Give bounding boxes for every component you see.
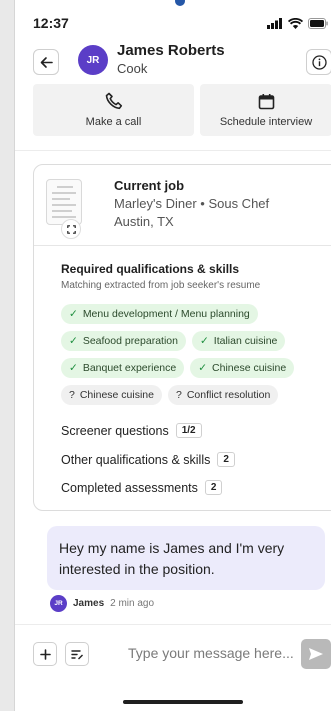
template-icon xyxy=(70,649,83,659)
status-time: 12:37 xyxy=(33,15,69,31)
schedule-interview-button[interactable]: Schedule interview xyxy=(200,84,331,136)
resume-thumbnail[interactable] xyxy=(46,179,82,225)
make-call-button[interactable]: Make a call xyxy=(33,84,194,136)
check-icon: ✓ xyxy=(69,308,78,320)
info-icon xyxy=(311,54,327,70)
sender-name: James xyxy=(73,598,105,609)
stat-count-badge: 2 xyxy=(204,480,223,495)
check-icon: ✓ xyxy=(69,335,78,347)
screener-questions-row[interactable]: Screener questions 1/2 xyxy=(61,423,202,438)
composer-divider xyxy=(15,624,331,625)
message-input[interactable] xyxy=(128,645,308,661)
calendar-icon xyxy=(258,93,274,109)
stat-label: Screener questions xyxy=(61,423,169,438)
qualification-chip-matched: ✓ Italian cuisine xyxy=(191,331,286,351)
quick-actions: Make a call Schedule interview xyxy=(33,84,331,136)
message-meta: JR James 2 min ago xyxy=(50,595,154,612)
current-job-heading: Current job xyxy=(114,178,185,193)
qualification-chip-matched: ✓ Seafood preparation xyxy=(61,331,186,351)
battery-icon xyxy=(308,17,328,29)
qualification-chip-matched: ✓ Banquet experience xyxy=(61,358,185,378)
stat-count-badge: 1/2 xyxy=(175,423,202,438)
candidate-name: James Roberts xyxy=(117,42,225,59)
arrow-left-icon xyxy=(40,56,53,68)
other-qualifications-row[interactable]: Other qualifications & skills 2 xyxy=(61,452,235,467)
qualification-chip-unknown: ? Conflict resolution xyxy=(167,385,279,405)
qualifications-heading: Required qualifications & skills xyxy=(61,262,240,276)
check-icon: ✓ xyxy=(198,362,208,374)
expand-resume-button[interactable] xyxy=(61,219,81,239)
completed-assessments-row[interactable]: Completed assessments 2 xyxy=(61,480,223,495)
add-attachment-button[interactable] xyxy=(33,642,57,666)
signal-icon xyxy=(267,17,282,29)
header-divider xyxy=(15,150,331,151)
check-icon: ✓ xyxy=(199,335,209,347)
phone-screen: 12:37 JR James Roberts Cook Make a call … xyxy=(14,0,331,711)
top-indicator-dot xyxy=(175,0,185,6)
qualification-chip-unknown: ? Chinese cuisine xyxy=(61,385,162,405)
question-icon: ? xyxy=(69,389,75,401)
qualification-chip-matched: ✓ Menu development / Menu planning xyxy=(61,304,258,324)
check-icon: ✓ xyxy=(69,362,78,374)
message-time: 2 min ago xyxy=(110,598,155,609)
sender-avatar: JR xyxy=(50,595,67,612)
plus-icon xyxy=(39,648,51,660)
status-bar: 12:37 xyxy=(15,12,331,34)
qualification-chips: ✓ Menu development / Menu planning ✓ Seafo… xyxy=(61,304,331,412)
wifi-icon xyxy=(288,17,303,29)
templates-button[interactable] xyxy=(65,642,89,666)
stat-count-badge: 2 xyxy=(217,452,235,467)
card-divider xyxy=(34,245,331,246)
make-call-label: Make a call xyxy=(85,116,142,128)
avatar: JR xyxy=(78,45,108,75)
send-button[interactable] xyxy=(301,639,331,669)
message-bubble: Hey my name is James and I'm very intere… xyxy=(47,526,325,590)
schedule-interview-label: Schedule interview xyxy=(219,115,313,128)
qualifications-subtitle: Matching extracted from job seeker's res… xyxy=(61,280,261,291)
status-icons xyxy=(267,17,328,29)
send-icon xyxy=(309,648,323,660)
stat-label: Other qualifications & skills xyxy=(61,452,211,467)
conversation-header: JR James Roberts Cook xyxy=(15,40,331,80)
job-location: Austin, TX xyxy=(114,214,174,229)
info-button[interactable] xyxy=(306,49,331,75)
home-indicator xyxy=(123,700,243,704)
back-button[interactable] xyxy=(33,49,59,75)
stat-label: Completed assessments xyxy=(61,480,198,495)
candidate-summary-card: Current job Marley's Diner • Sous Chef A… xyxy=(33,164,331,511)
phone-icon xyxy=(105,92,122,110)
candidate-role: Cook xyxy=(117,61,148,76)
expand-icon xyxy=(66,224,76,234)
employer-and-role: Marley's Diner • Sous Chef xyxy=(114,196,270,211)
question-icon: ? xyxy=(175,389,182,401)
qualification-chip-matched: ✓ Chinese cuisine xyxy=(190,358,295,378)
